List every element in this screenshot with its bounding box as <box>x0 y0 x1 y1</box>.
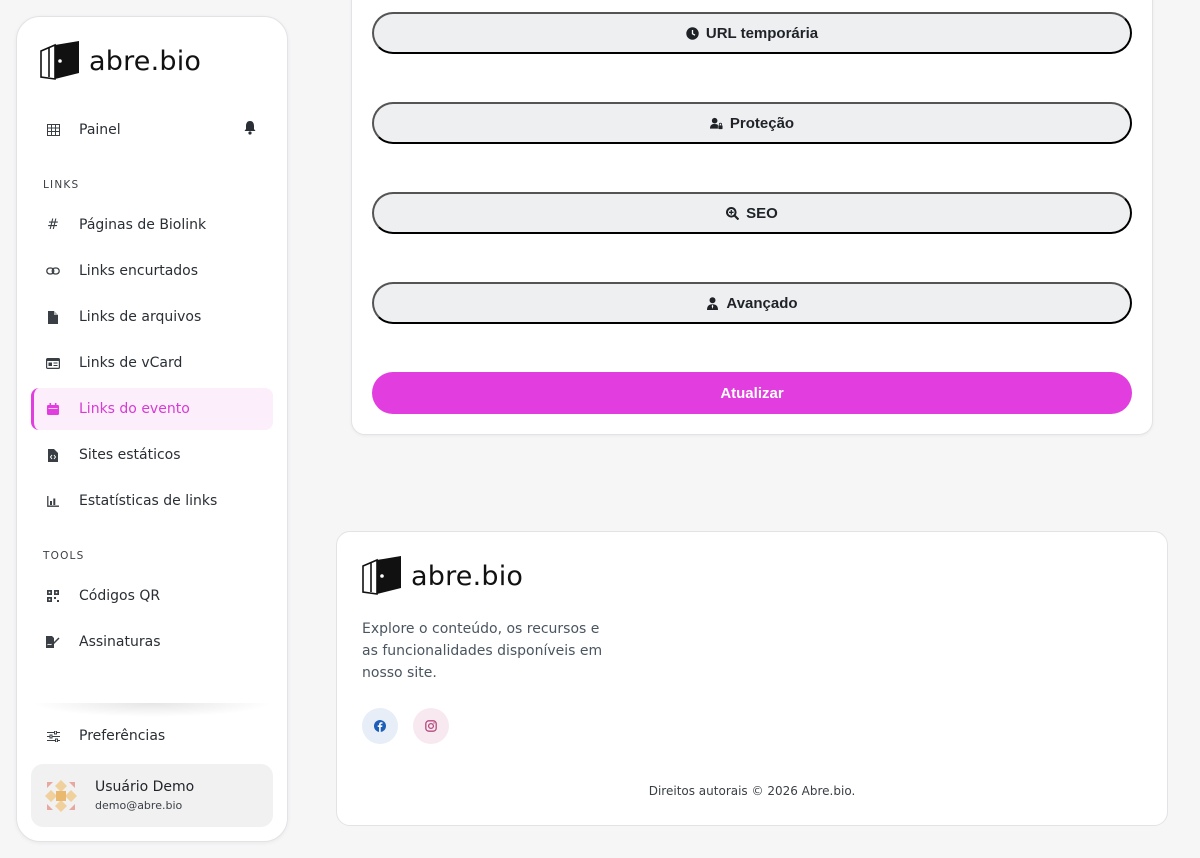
door-logo-icon <box>40 41 79 80</box>
instagram-icon <box>425 720 437 732</box>
section-label-links: LINKS <box>43 179 80 191</box>
sidebar-item-painel[interactable]: Painel <box>31 109 273 151</box>
sidebar-item-label: Páginas de Biolink <box>79 217 207 233</box>
file-code-icon <box>43 445 63 465</box>
sidebar-item-label: Links de arquivos <box>79 309 202 325</box>
copyright-text: Direitos autorais © 2026 Abre.bio. <box>648 784 856 798</box>
update-button[interactable]: Atualizar <box>372 372 1132 414</box>
advanced-toggle[interactable]: Avançado <box>372 282 1132 324</box>
seo-label: SEO <box>746 204 778 222</box>
sidebar-item-qr-codes[interactable]: Códigos QR <box>31 575 273 617</box>
user-profile-card[interactable]: Usuário Demo demo@abre.bio <box>31 764 273 827</box>
sliders-icon <box>43 726 63 746</box>
signature-icon <box>43 632 63 652</box>
sidebar-item-signatures[interactable]: Assinaturas <box>31 621 273 663</box>
file-icon <box>43 307 63 327</box>
sidebar-item-label: Links de vCard <box>79 355 183 371</box>
id-card-icon <box>43 353 63 373</box>
link-icon <box>43 261 63 281</box>
sidebar-item-preferences[interactable]: Preferências <box>31 715 273 757</box>
hash-icon: # <box>47 217 59 233</box>
sidebar-item-label: Sites estáticos <box>79 447 181 463</box>
temporary-url-toggle[interactable]: URL temporária <box>372 12 1132 54</box>
facebook-link[interactable] <box>362 708 398 744</box>
chart-icon <box>43 491 63 511</box>
table-icon <box>43 120 63 140</box>
protection-label: Proteção <box>729 114 795 132</box>
sidebar-item-label: Códigos QR <box>79 588 161 604</box>
user-email: demo@abre.bio <box>95 799 183 812</box>
instagram-link[interactable] <box>413 708 449 744</box>
search-icon <box>726 206 740 220</box>
door-logo-icon <box>362 556 401 595</box>
footer-logo[interactable]: abre.bio <box>361 556 523 596</box>
sidebar-item-label: Links do evento <box>79 401 190 417</box>
brand-name: abre.bio <box>89 45 202 77</box>
sidebar-item-link-statistics[interactable]: Estatísticas de links <box>31 480 273 522</box>
site-footer: abre.bio Explore o conteúdo, os recursos… <box>336 531 1168 826</box>
brand-logo[interactable]: abre.bio <box>39 41 201 81</box>
user-lock-icon <box>709 117 723 129</box>
clock-icon <box>686 26 699 40</box>
sidebar-item-short-links[interactable]: Links encurtados <box>31 250 273 292</box>
facebook-icon <box>374 720 386 732</box>
sidebar-item-label: Estatísticas de links <box>79 493 218 509</box>
sidebar-item-vcard-links[interactable]: Links de vCard <box>31 342 273 384</box>
qr-icon <box>43 586 63 606</box>
brand-name: abre.bio <box>411 560 524 592</box>
sidebar-item-biolink-pages[interactable]: # Páginas de Biolink <box>31 204 273 246</box>
sidebar-item-label: Assinaturas <box>79 634 161 650</box>
bell-icon[interactable] <box>243 120 259 136</box>
seo-toggle[interactable]: SEO <box>372 192 1132 234</box>
user-name: Usuário Demo <box>95 779 195 795</box>
sidebar-item-label: Painel <box>79 122 121 138</box>
user-tie-icon <box>707 296 719 310</box>
sidebar-item-label: Preferências <box>79 728 166 744</box>
sidebar-item-label: Links encurtados <box>79 263 199 279</box>
sidebar-item-file-links[interactable]: Links de arquivos <box>31 296 273 338</box>
calendar-icon <box>43 399 63 419</box>
sidebar-item-event-links[interactable]: Links do evento <box>31 388 273 430</box>
sidebar-item-static-sites[interactable]: Sites estáticos <box>31 434 273 476</box>
avatar <box>45 780 77 812</box>
protection-toggle[interactable]: Proteção <box>372 102 1132 144</box>
footer-description: Explore o conteúdo, os recursos e as fun… <box>362 621 603 681</box>
advanced-label: Avançado <box>726 294 798 312</box>
temporary-url-label: URL temporária <box>705 24 819 42</box>
section-label-tools: TOOLS <box>43 550 85 562</box>
sidebar: abre.bio Painel LINKS # Páginas de Bioli… <box>16 16 288 842</box>
